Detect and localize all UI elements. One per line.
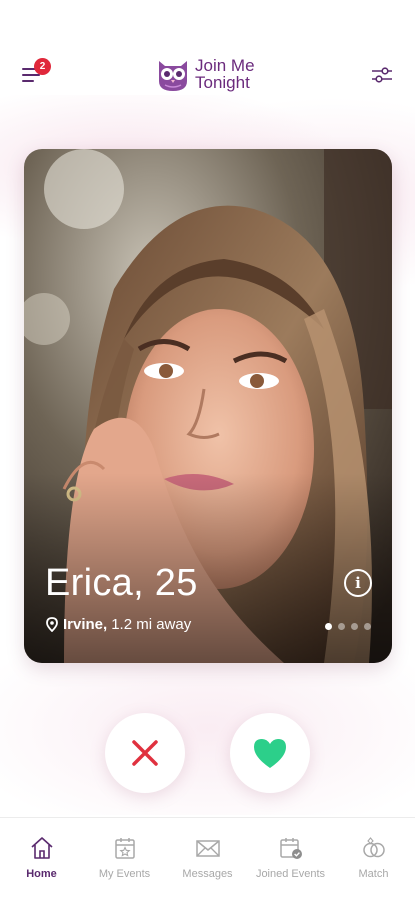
- sliders-icon: [372, 67, 392, 83]
- photo-dot[interactable]: [351, 623, 358, 630]
- filter-button[interactable]: [369, 62, 395, 88]
- owl-logo-icon: [159, 61, 187, 91]
- logo-line-1: Join Me: [195, 56, 255, 75]
- profile-city: Irvine,: [63, 616, 108, 633]
- logo-wordmark: Join Me Tonight: [195, 57, 255, 91]
- logo-line-2: Tonight: [195, 73, 250, 92]
- photo-dot[interactable]: [338, 623, 345, 630]
- profile-name-age: Erica, 25: [45, 562, 198, 604]
- nav-home[interactable]: Home: [0, 818, 83, 901]
- top-bar: 2 Join Me Tonight: [0, 40, 415, 110]
- menu-button[interactable]: 2: [20, 58, 54, 88]
- nav-my-events[interactable]: My Events: [83, 818, 166, 901]
- like-button[interactable]: [230, 713, 310, 793]
- map-pin-icon: [46, 617, 58, 632]
- calendar-star-icon: [114, 838, 135, 859]
- nav-joined-events[interactable]: Joined Events: [249, 818, 332, 901]
- bottom-nav: Home My Events Messages Joined Events Ma…: [0, 817, 415, 901]
- nav-home-label: Home: [26, 868, 57, 880]
- home-icon: [30, 837, 53, 859]
- dislike-button[interactable]: [105, 713, 185, 793]
- app-logo: Join Me Tonight: [155, 54, 255, 94]
- profile-distance: 1.2 mi away: [111, 616, 192, 633]
- photo-dot[interactable]: [325, 623, 332, 630]
- nav-joined-events-label: Joined Events: [255, 868, 326, 880]
- x-icon: [132, 740, 158, 766]
- heart-icon: [254, 739, 286, 768]
- photo-dot[interactable]: [364, 623, 371, 630]
- calendar-check-icon: [279, 838, 302, 859]
- nav-messages-label: Messages: [182, 868, 233, 880]
- profile-card[interactable]: Erica, 25 i Irvine, 1.2 mi away: [24, 149, 392, 663]
- nav-match[interactable]: Match: [332, 818, 415, 901]
- nav-match-label: Match: [358, 868, 389, 880]
- profile-location: Irvine, 1.2 mi away: [46, 616, 191, 633]
- notification-badge: 2: [34, 58, 51, 75]
- rings-icon: [362, 837, 385, 858]
- nav-messages[interactable]: Messages: [166, 818, 249, 901]
- info-button[interactable]: i: [344, 569, 372, 597]
- envelope-icon: [195, 840, 220, 857]
- nav-my-events-label: My Events: [98, 868, 151, 880]
- photo-pagination: [325, 623, 371, 630]
